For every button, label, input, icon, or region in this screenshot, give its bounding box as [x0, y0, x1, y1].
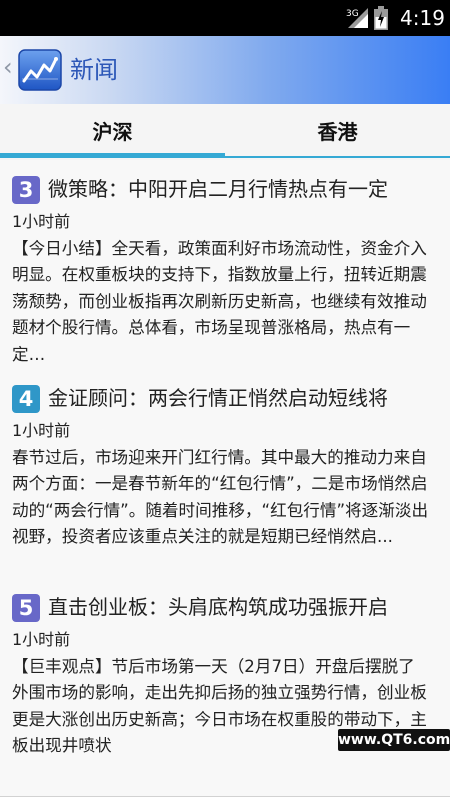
news-headline[interactable]: 微策略：中阳开启二月行情热点有一定 [48, 173, 434, 205]
news-item[interactable]: 5 直击创业板：头肩底构筑成功强振开启 1小时前 【巨丰观点】节后市场第一天（2… [0, 578, 450, 797]
news-time: 1小时前 [12, 630, 71, 649]
page-title: 新闻 [70, 56, 118, 84]
news-time: 1小时前 [12, 212, 71, 231]
news-headline[interactable]: 直击创业板：头肩底构筑成功强振开启 [48, 591, 434, 623]
news-headline[interactable]: 金证顾问：两会行情正悄然启动短线将 [48, 382, 434, 414]
news-item[interactable]: 3 微策略：中阳开启二月行情热点有一定 1小时前 【今日小结】全天看，政策面利好… [0, 160, 450, 379]
chevron-left-icon[interactable]: ‹ [3, 52, 13, 82]
news-summary: 春节过后，市场迎来开门红行情。其中最大的推动力来自两个方面：一是春节新年的“红包… [12, 448, 429, 547]
battery-icon [374, 6, 388, 30]
stock-chart-icon[interactable] [18, 49, 62, 91]
status-bar: 3G 4:19 [0, 0, 450, 36]
tab-selected-indicator [0, 153, 225, 158]
news-rank-badge: 4 [12, 385, 40, 413]
news-item[interactable]: 4 金证顾问：两会行情正悄然启动短线将 1小时前 春节过后，市场迎来开门红行情。… [0, 369, 450, 588]
watermark-logo: www.QT6.com [338, 729, 450, 751]
news-summary: 【今日小结】全天看，政策面利好市场流动性，资金介入明显。在权重板块的支持下，指数… [12, 239, 427, 364]
tab-shanghai-shenzhen[interactable]: 沪深 [0, 104, 225, 160]
news-rank-badge: 5 [12, 594, 40, 622]
tab-hong-kong[interactable]: 香港 [225, 104, 450, 160]
tab-bar: 沪深 香港 [0, 104, 450, 160]
news-summary: 【巨丰观点】节后市场第一天（2月7日）开盘后摆脱了外围市场的影响，走出先抑后扬的… [12, 657, 427, 756]
clock: 4:19 [400, 6, 445, 30]
svg-text:3G: 3G [346, 9, 359, 19]
news-rank-badge: 3 [12, 176, 40, 204]
news-time: 1小时前 [12, 421, 71, 440]
app-bar: ‹ 新闻 [0, 36, 450, 104]
signal-3g-icon: 3G [346, 8, 368, 28]
